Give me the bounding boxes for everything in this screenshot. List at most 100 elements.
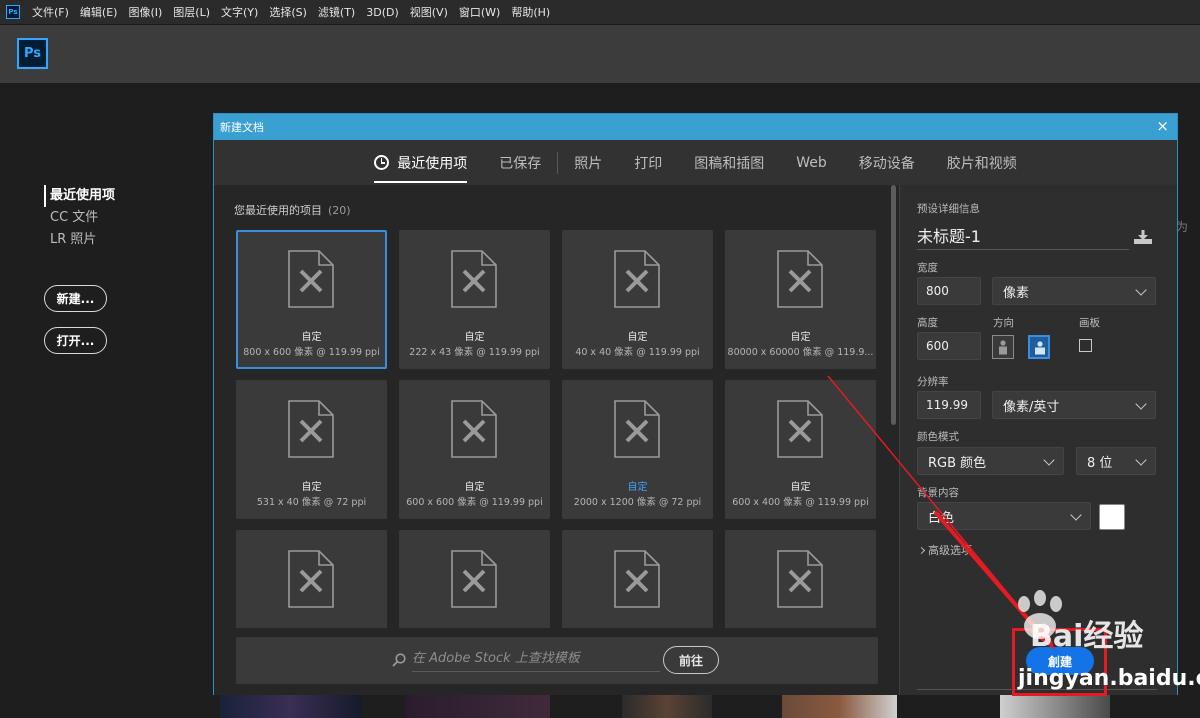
document-icon xyxy=(288,550,334,608)
orientation-label: 方向 xyxy=(993,317,1014,329)
preset-dimensions: 600 x 600 像素 @ 119.99 ppi xyxy=(406,497,543,508)
menu-window[interactable]: 窗口(W) xyxy=(459,4,500,20)
document-name-field[interactable]: 未标题-1 xyxy=(917,224,1129,250)
landscape-orientation-button[interactable] xyxy=(1028,335,1050,359)
background-contents-value: 白色 xyxy=(928,510,955,526)
height-label: 高度 xyxy=(917,317,938,329)
document-icon xyxy=(288,400,334,458)
menu-3d[interactable]: 3D(D) xyxy=(366,6,399,19)
preset-card[interactable]: 自定 2000 x 1200 像素 @ 72 ppi xyxy=(562,380,713,519)
menu-layer[interactable]: 图层(L) xyxy=(173,4,210,20)
preset-dimensions: 800 x 600 像素 @ 119.99 ppi xyxy=(243,347,380,358)
menu-image[interactable]: 图像(I) xyxy=(128,4,162,20)
tab-mobile[interactable]: 移动设备 xyxy=(859,140,915,185)
watermark-text: Bai经验 xyxy=(1030,619,1144,654)
preset-card[interactable]: 自定 531 x 40 像素 @ 72 ppi xyxy=(236,380,387,519)
menu-edit[interactable]: 编辑(E) xyxy=(80,4,118,20)
advanced-options-toggle[interactable]: 高级选项 xyxy=(917,542,972,558)
width-unit-select[interactable]: 像素 xyxy=(992,277,1156,305)
width-input[interactable]: 800 xyxy=(917,277,981,305)
thumbnail[interactable] xyxy=(405,695,550,718)
menu-file[interactable]: 文件(F) xyxy=(32,4,69,20)
background-contents-label: 背景内容 xyxy=(917,487,959,499)
dialog-titlebar: 新建文档 × xyxy=(214,114,1177,140)
menu-bar: Ps 文件(F) 编辑(E) 图像(I) 图层(L) 文字(Y) 选择(S) 滤… xyxy=(0,0,1200,25)
artboard-label: 画板 xyxy=(1079,317,1100,329)
tab-recent[interactable]: 最近使用项 xyxy=(374,140,468,185)
preset-name: 自定 xyxy=(790,332,811,343)
chevron-down-icon xyxy=(1135,454,1147,466)
thumbnail[interactable] xyxy=(220,695,362,718)
preset-details-title: 预设详细信息 xyxy=(917,203,980,215)
menu-filter[interactable]: 滤镜(T) xyxy=(318,4,355,20)
bit-depth-select[interactable]: 8 位 xyxy=(1076,447,1156,475)
document-icon xyxy=(614,250,660,308)
tab-label: 最近使用项 xyxy=(397,155,468,172)
tab-film-video[interactable]: 胶片和视频 xyxy=(947,140,1017,185)
menu-view[interactable]: 视图(V) xyxy=(410,4,448,20)
preset-card[interactable] xyxy=(399,530,550,628)
preset-card[interactable] xyxy=(562,530,713,628)
background-color-swatch[interactable] xyxy=(1099,504,1125,530)
menu-type[interactable]: 文字(Y) xyxy=(221,4,258,20)
scrollbar-thumb[interactable] xyxy=(891,185,896,425)
preset-name: 自定 xyxy=(301,482,322,493)
dialog-title: 新建文档 xyxy=(220,121,264,134)
resolution-input[interactable]: 119.99 xyxy=(917,391,981,419)
preset-card[interactable]: 自定 800 x 600 像素 @ 119.99 ppi xyxy=(236,230,387,369)
nav-cc-files[interactable]: CC 文件 xyxy=(44,207,115,229)
tab-art-illustration[interactable]: 图稿和插图 xyxy=(694,140,764,185)
go-button[interactable]: 前往 xyxy=(663,646,719,674)
preset-name: 自定 xyxy=(464,332,485,343)
adobe-stock-search-bar: 前往 xyxy=(236,637,878,684)
menu-select[interactable]: 选择(S) xyxy=(269,4,307,20)
preset-dimensions: 531 x 40 像素 @ 72 ppi xyxy=(256,497,367,508)
watermark-url: jingyan.baidu.com xyxy=(1018,666,1200,691)
height-input[interactable]: 600 xyxy=(917,332,981,360)
preset-card[interactable]: 自定 600 x 600 像素 @ 119.99 ppi xyxy=(399,380,550,519)
color-mode-label: 颜色模式 xyxy=(917,431,959,443)
preset-card[interactable]: 自定 40 x 40 像素 @ 119.99 ppi xyxy=(562,230,713,369)
close-icon[interactable]: × xyxy=(1156,118,1169,134)
background-thumbnails xyxy=(220,695,1200,718)
nav-recent[interactable]: 最近使用项 xyxy=(44,185,115,207)
preset-name: 自定 xyxy=(301,332,322,343)
chevron-down-icon xyxy=(1135,398,1147,410)
portrait-orientation-button[interactable] xyxy=(992,335,1014,359)
resolution-unit-select[interactable]: 像素/英寸 xyxy=(992,391,1156,419)
tab-print[interactable]: 打印 xyxy=(634,140,662,185)
preset-name: 自定 xyxy=(627,332,648,343)
preset-card[interactable] xyxy=(725,530,876,628)
tab-photo[interactable]: 照片 xyxy=(574,140,602,185)
preset-dimensions: 80000 x 60000 像素 @ 119.9... xyxy=(727,347,874,358)
artboard-checkbox[interactable] xyxy=(1079,339,1092,352)
thumbnail[interactable] xyxy=(782,695,897,718)
preset-card[interactable]: 自定 600 x 400 像素 @ 119.99 ppi xyxy=(725,380,876,519)
stock-search-input[interactable] xyxy=(412,646,660,672)
recent-presets-panel: 您最近使用的项目 (20) 自定 800 x 600 像素 @ 119.99 ppi… xyxy=(214,185,899,695)
menu-help[interactable]: 帮助(H) xyxy=(511,4,550,20)
nav-lr-photos[interactable]: LR 照片 xyxy=(44,229,115,251)
clock-icon xyxy=(374,155,390,170)
tab-saved[interactable]: 已保存 xyxy=(499,140,541,185)
preset-card[interactable]: 自定 222 x 43 像素 @ 119.99 ppi xyxy=(399,230,550,369)
chevron-down-icon xyxy=(1070,509,1082,521)
background-contents-select[interactable]: 白色 xyxy=(917,502,1091,530)
portrait-icon xyxy=(999,340,1007,355)
open-button[interactable]: 打开... xyxy=(44,327,107,354)
save-preset-icon[interactable] xyxy=(1133,229,1153,245)
thumbnail[interactable] xyxy=(622,695,712,718)
chevron-right-icon xyxy=(917,546,926,555)
tab-web[interactable]: Web xyxy=(796,140,827,185)
thumbnail[interactable] xyxy=(1000,695,1110,718)
recent-items-count: (20) xyxy=(328,204,351,217)
color-mode-select[interactable]: RGB 颜色 xyxy=(917,447,1064,475)
scrollbar[interactable] xyxy=(891,185,897,623)
resolution-unit-value: 像素/英寸 xyxy=(1003,399,1060,415)
preset-card[interactable] xyxy=(236,530,387,628)
preset-grid: 自定 800 x 600 像素 @ 119.99 ppi 自定 222 x 43 像素… xyxy=(236,230,876,628)
new-button[interactable]: 新建... xyxy=(44,285,107,312)
tab-separator xyxy=(557,151,559,174)
preset-card[interactable]: 自定 80000 x 60000 像素 @ 119.9... xyxy=(725,230,876,369)
document-icon xyxy=(777,400,823,458)
